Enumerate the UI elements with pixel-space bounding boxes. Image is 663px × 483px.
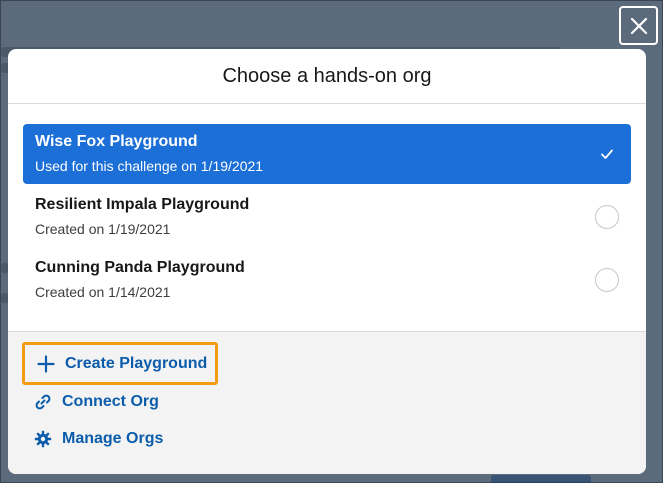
- radio-button[interactable]: [595, 268, 619, 292]
- backdrop-button: [491, 475, 591, 483]
- manage-orgs-button[interactable]: Manage Orgs: [33, 424, 646, 454]
- create-playground-button[interactable]: Create Playground: [22, 342, 218, 385]
- org-name: Resilient Impala Playground: [35, 196, 250, 213]
- org-item-wise-fox[interactable]: Wise Fox Playground Used for this challe…: [23, 124, 631, 184]
- radio-button[interactable]: [595, 205, 619, 229]
- create-playground-label: Create Playground: [65, 354, 208, 372]
- connect-org-button[interactable]: Connect Org: [33, 387, 646, 417]
- connect-org-label: Connect Org: [62, 393, 159, 410]
- org-subtitle: Used for this challenge on 1/19/2021: [35, 158, 264, 174]
- org-name: Wise Fox Playground: [35, 133, 198, 150]
- modal-title: Choose a hands-on org: [222, 64, 432, 87]
- org-name: Cunning Panda Playground: [35, 259, 245, 276]
- org-picker-modal: Choose a hands-on org Wise Fox Playgroun…: [8, 49, 646, 474]
- org-item-resilient-impala[interactable]: Resilient Impala Playground Created on 1…: [23, 187, 631, 247]
- org-item-cunning-panda[interactable]: Cunning Panda Playground Created on 1/14…: [23, 250, 631, 310]
- gear-icon: [33, 429, 53, 449]
- manage-orgs-label: Manage Orgs: [62, 430, 164, 447]
- checkmark-icon: [595, 142, 619, 166]
- link-icon: [33, 392, 53, 412]
- org-subtitle: Created on 1/14/2021: [35, 284, 171, 300]
- plus-icon: [36, 354, 56, 374]
- close-icon: [630, 17, 647, 34]
- modal-footer: Create Playground Connect Org Manage Org…: [8, 331, 646, 474]
- org-subtitle: Created on 1/19/2021: [35, 221, 171, 237]
- org-list: Wise Fox Playground Used for this challe…: [8, 104, 646, 331]
- modal-header: Choose a hands-on org: [8, 49, 646, 104]
- close-button[interactable]: [619, 6, 658, 45]
